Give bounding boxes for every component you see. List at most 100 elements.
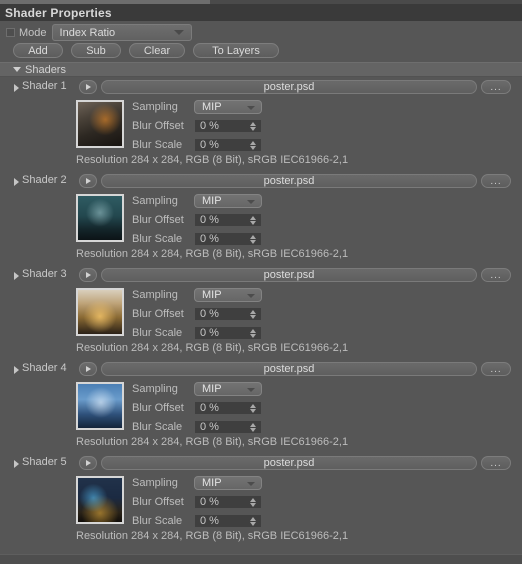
shader-path-field[interactable]: poster.psd: [101, 268, 477, 282]
shaders-group-header[interactable]: Shaders: [0, 62, 522, 77]
blur-offset-stepper[interactable]: [250, 121, 257, 132]
chevron-down-icon: [13, 67, 21, 72]
blur-scale-value: 0 %: [200, 515, 219, 527]
sampling-select[interactable]: MIP: [194, 288, 262, 302]
shader-body: Sampling MIP Blur Offset 0 % Blur Scale 0 % Re…: [0, 284, 522, 354]
shader-body: Sampling MIP Blur Offset 0 % Blur Scale 0 % Re…: [0, 96, 522, 166]
shader-browse-button[interactable]: ...: [481, 174, 511, 188]
stepper-down-icon: [250, 221, 256, 225]
play-icon: [86, 178, 91, 184]
page-title: Shader Properties: [5, 5, 112, 20]
add-button[interactable]: Add: [13, 43, 63, 58]
chevron-down-icon: [247, 200, 255, 204]
play-icon: [86, 460, 91, 466]
blur-offset-stepper[interactable]: [250, 497, 257, 508]
shader-browse-button[interactable]: ...: [481, 268, 511, 282]
blur-offset-value: 0 %: [200, 496, 219, 508]
chevron-right-icon[interactable]: [14, 460, 19, 468]
blur-scale-input[interactable]: 0 %: [194, 138, 262, 152]
blur-offset-stepper[interactable]: [250, 309, 257, 320]
shader-preview-button[interactable]: [79, 174, 97, 188]
shader-name-label: Shader 2: [22, 174, 67, 186]
chevron-right-icon[interactable]: [14, 84, 19, 92]
shader-path-field[interactable]: poster.psd: [101, 456, 477, 470]
mode-checkbox[interactable]: [6, 28, 15, 37]
blur-scale-stepper[interactable]: [250, 516, 257, 527]
blur-offset-label: Blur Offset: [132, 496, 184, 508]
sampling-value: MIP: [202, 289, 222, 301]
shader-block: Shader 2 poster.psd... Sampling MIP Blur Off…: [0, 172, 522, 260]
mode-label: Mode: [19, 26, 47, 39]
blur-scale-value: 0 %: [200, 233, 219, 245]
stepper-down-icon: [250, 503, 256, 507]
shader-thumbnail[interactable]: [76, 100, 124, 148]
stepper-up-icon: [250, 517, 256, 521]
blur-scale-stepper[interactable]: [250, 422, 257, 433]
blur-scale-label: Blur Scale: [132, 233, 183, 245]
chevron-right-icon[interactable]: [14, 178, 19, 186]
shader-header-row: Shader 4 poster.psd...: [0, 360, 522, 378]
sampling-value: MIP: [202, 477, 222, 489]
play-icon: [86, 272, 91, 278]
sampling-select[interactable]: MIP: [194, 476, 262, 490]
sampling-select[interactable]: MIP: [194, 382, 262, 396]
shader-preview-button[interactable]: [79, 456, 97, 470]
chevron-down-icon: [247, 106, 255, 110]
blur-scale-input[interactable]: 0 %: [194, 326, 262, 340]
blur-scale-label: Blur Scale: [132, 139, 183, 151]
sampling-value: MIP: [202, 195, 222, 207]
shader-path-field[interactable]: poster.psd: [101, 80, 477, 94]
sampling-label: Sampling: [132, 289, 178, 301]
sub-button[interactable]: Sub: [71, 43, 121, 58]
shader-browse-button[interactable]: ...: [481, 362, 511, 376]
sampling-value: MIP: [202, 383, 222, 395]
stepper-up-icon: [250, 310, 256, 314]
shader-thumbnail[interactable]: [76, 288, 124, 336]
stepper-down-icon: [250, 146, 256, 150]
blur-scale-input[interactable]: 0 %: [194, 514, 262, 528]
blur-offset-stepper[interactable]: [250, 215, 257, 226]
stepper-up-icon: [250, 216, 256, 220]
blur-offset-input[interactable]: 0 %: [194, 401, 262, 415]
shader-preview-button[interactable]: [79, 80, 97, 94]
poster-artwork: [78, 196, 122, 240]
shader-preview-button[interactable]: [79, 268, 97, 282]
blur-scale-stepper[interactable]: [250, 140, 257, 151]
stepper-down-icon: [250, 522, 256, 526]
blur-scale-input[interactable]: 0 %: [194, 420, 262, 434]
resolution-info: Resolution 284 x 284, RGB (8 Bit), sRGB …: [76, 154, 349, 166]
shader-header-row: Shader 5 poster.psd...: [0, 454, 522, 472]
blur-offset-label: Blur Offset: [132, 214, 184, 226]
stepper-up-icon: [250, 122, 256, 126]
stepper-down-icon: [250, 127, 256, 131]
to-layers-button[interactable]: To Layers: [193, 43, 279, 58]
shader-thumbnail[interactable]: [76, 194, 124, 242]
blur-offset-stepper[interactable]: [250, 403, 257, 414]
poster-artwork: [78, 290, 122, 334]
chevron-right-icon[interactable]: [14, 366, 19, 374]
poster-artwork: [78, 102, 122, 146]
blur-offset-input[interactable]: 0 %: [194, 495, 262, 509]
blur-scale-stepper[interactable]: [250, 328, 257, 339]
sampling-select[interactable]: MIP: [194, 194, 262, 208]
shader-header-row: Shader 1 poster.psd...: [0, 78, 522, 96]
chevron-right-icon[interactable]: [14, 272, 19, 280]
shader-path-field[interactable]: poster.psd: [101, 174, 477, 188]
action-button-row: Add Sub Clear To Layers: [0, 43, 522, 60]
shader-path-field[interactable]: poster.psd: [101, 362, 477, 376]
sampling-select[interactable]: MIP: [194, 100, 262, 114]
shader-preview-button[interactable]: [79, 362, 97, 376]
mode-select[interactable]: Index Ratio: [51, 24, 192, 41]
shader-thumbnail[interactable]: [76, 476, 124, 524]
blur-offset-input[interactable]: 0 %: [194, 213, 262, 227]
shader-browse-button[interactable]: ...: [481, 80, 511, 94]
blur-scale-stepper[interactable]: [250, 234, 257, 245]
blur-offset-input[interactable]: 0 %: [194, 119, 262, 133]
clear-button[interactable]: Clear: [129, 43, 185, 58]
resolution-info: Resolution 284 x 284, RGB (8 Bit), sRGB …: [76, 436, 349, 448]
shader-header-row: Shader 3 poster.psd...: [0, 266, 522, 284]
blur-scale-input[interactable]: 0 %: [194, 232, 262, 246]
shader-thumbnail[interactable]: [76, 382, 124, 430]
blur-offset-input[interactable]: 0 %: [194, 307, 262, 321]
shader-browse-button[interactable]: ...: [481, 456, 511, 470]
